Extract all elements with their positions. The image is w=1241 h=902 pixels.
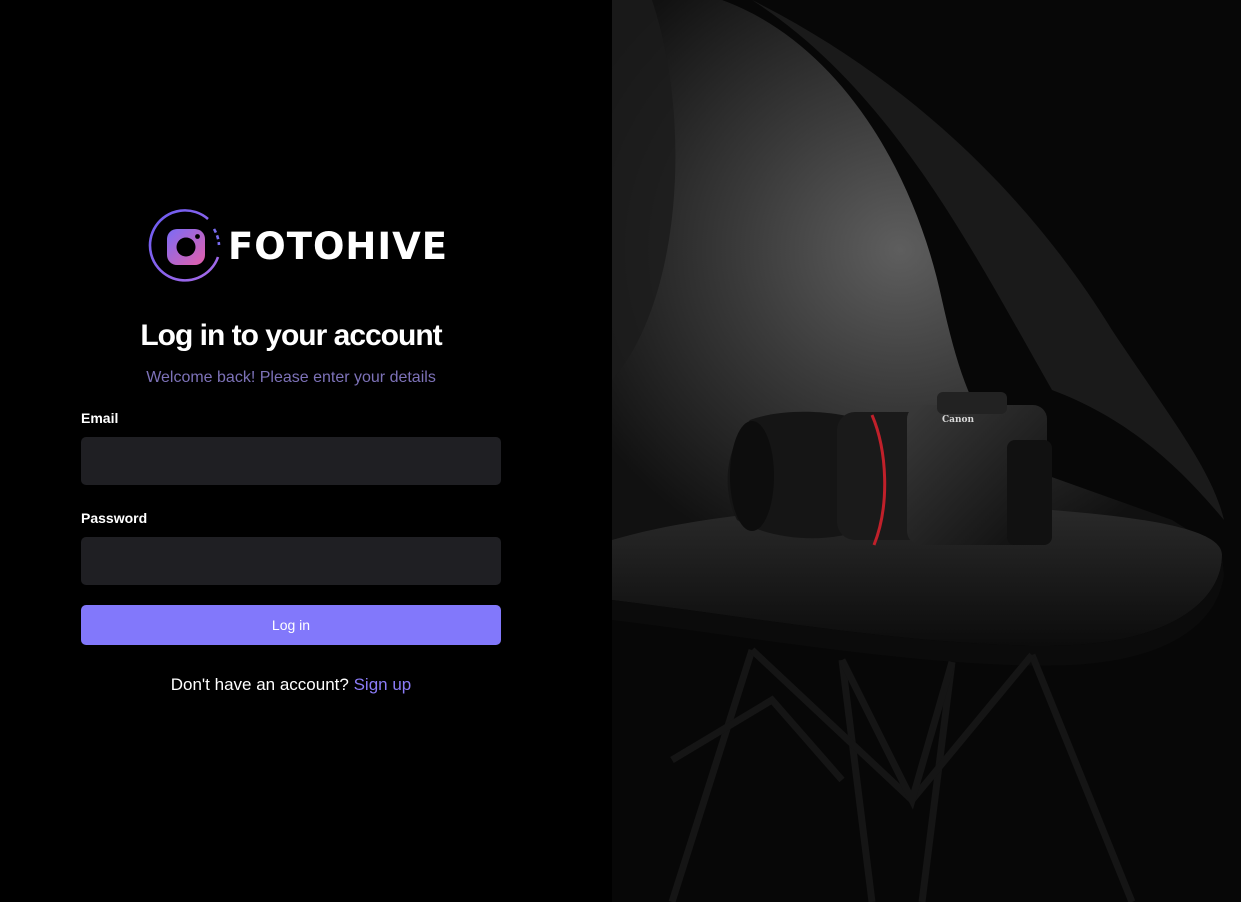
login-button[interactable]: Log in xyxy=(81,605,501,645)
brand-logo: FOTOHIVE xyxy=(148,209,448,285)
signup-link[interactable]: Sign up xyxy=(354,675,412,694)
page-subtitle: Welcome back! Please enter your details xyxy=(146,369,436,386)
email-field[interactable] xyxy=(81,437,501,485)
camera-graphic: Canon xyxy=(727,392,1052,546)
login-panel: FOTOHIVE Log in to your account Welcome … xyxy=(0,0,612,902)
camera-on-chair-photo: Canon xyxy=(612,0,1241,902)
hero-image: Canon xyxy=(612,0,1241,902)
signup-prompt: Don't have an account? xyxy=(170,675,349,694)
email-label: Email xyxy=(81,410,119,426)
camera-logo-icon xyxy=(148,209,224,285)
password-label: Password xyxy=(81,510,148,526)
login-page: FOTOHIVE Log in to your account Welcome … xyxy=(0,0,1241,902)
signup-row: Don't have an account? Sign up xyxy=(0,675,582,695)
svg-text:Canon: Canon xyxy=(942,415,975,425)
page-title: Log in to your account xyxy=(140,319,442,352)
brand-name: FOTOHIVE xyxy=(228,225,449,268)
password-field[interactable] xyxy=(81,537,501,585)
